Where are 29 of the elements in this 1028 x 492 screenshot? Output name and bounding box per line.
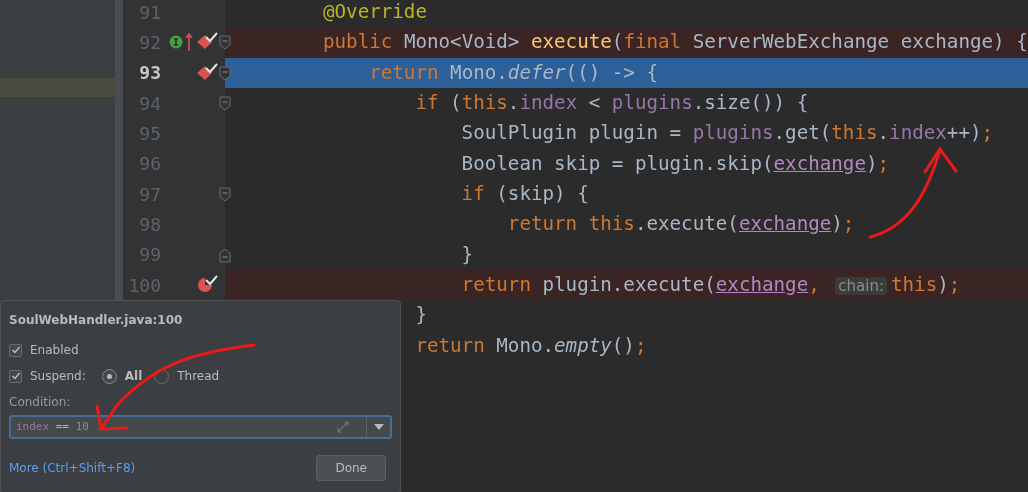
- code-line: return this.execute(exchange);: [506, 211, 856, 238]
- popup-title: SoulWebHandler.java:100: [9, 312, 184, 329]
- line-number: 93: [138, 61, 161, 86]
- code-line: Boolean skip = plugin.skip(exchange);: [460, 150, 891, 177]
- code-line: }: [414, 302, 428, 329]
- done-button[interactable]: Done: [316, 455, 386, 481]
- radio-label: Thread: [177, 368, 220, 385]
- checkbox-label: Enabled: [30, 342, 79, 359]
- code-line: SoulPlugin plugin = plugins.get(this.index++);: [460, 120, 995, 147]
- fold-marker-icon[interactable]: [219, 35, 231, 51]
- checkbox-label: Suspend:: [30, 368, 86, 385]
- more-link[interactable]: More (Ctrl+Shift+F8): [9, 459, 136, 477]
- dropdown-icon[interactable]: [373, 424, 384, 430]
- code-line: }: [460, 241, 475, 268]
- radio-label: All: [124, 368, 143, 385]
- code-line: if (skip) {: [460, 180, 590, 207]
- checkbox[interactable]: [9, 343, 22, 357]
- radio-button[interactable]: [101, 368, 117, 384]
- code-line: @Override: [322, 0, 428, 25]
- checkbox[interactable]: [9, 369, 22, 383]
- fold-marker-icon[interactable]: [219, 186, 231, 202]
- code-line: return Mono.empty();: [414, 332, 648, 359]
- fold-marker-icon[interactable]: [219, 247, 231, 263]
- fold-marker-icon[interactable]: [219, 65, 231, 81]
- code-line: if (this.index < plugins.size()) {: [414, 90, 810, 116]
- condition-field[interactable]: index == 10: [9, 415, 392, 439]
- implements-icon[interactable]: [169, 35, 183, 50]
- field-label: Condition:: [9, 394, 72, 411]
- fold-marker-icon[interactable]: [219, 96, 231, 111]
